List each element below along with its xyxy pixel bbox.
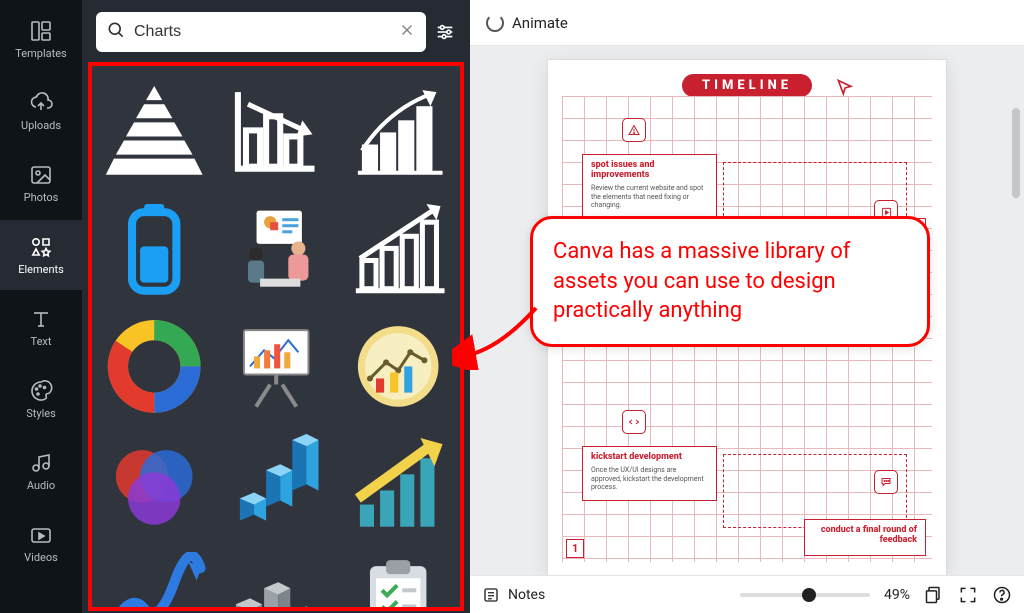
zoom-slider[interactable] (740, 593, 870, 597)
search-row (82, 0, 470, 62)
nav-rail: Templates Uploads Photos Elements Text (0, 0, 82, 613)
zoom-knob[interactable] (802, 588, 816, 602)
timeline-card-1: spot issues and improvements Review the … (582, 154, 717, 219)
result-growth-chart[interactable] (340, 74, 456, 186)
tc1-title: spot issues and improvements (591, 161, 708, 181)
callout-text: Canva has a massive library of assets yo… (553, 239, 850, 323)
clear-search-icon[interactable] (398, 21, 416, 43)
result-clipboard-checks[interactable] (340, 546, 456, 611)
notes-label: Notes (508, 587, 545, 603)
annotation-arrow (452, 300, 542, 370)
result-arrow-bars[interactable] (340, 428, 456, 540)
templates-icon (29, 19, 53, 43)
result-pyramid-chart[interactable] (96, 74, 212, 186)
uploads-icon (29, 91, 53, 115)
results-grid (88, 62, 464, 611)
search-input[interactable] (134, 23, 390, 41)
pages-icon[interactable] (924, 585, 944, 605)
vertical-scrollbar[interactable] (1012, 98, 1020, 533)
rail-elements[interactable]: Elements (0, 220, 82, 290)
timeline-card-4: conduct a final round of feedback (804, 519, 926, 556)
result-bar-up-outline[interactable] (340, 192, 456, 304)
annotation-callout: Canva has a massive library of assets yo… (530, 216, 930, 347)
result-3d-bars-gray[interactable] (218, 546, 334, 611)
animate-label: Animate (512, 14, 568, 32)
notes-button[interactable]: Notes (482, 586, 545, 604)
rail-label: Uploads (21, 119, 61, 132)
timeline-card-3: kickstart development Once the UX/UI des… (582, 446, 717, 501)
styles-icon (29, 379, 53, 403)
filter-icon[interactable] (434, 21, 456, 43)
rail-label: Text (31, 335, 52, 348)
rail-photos[interactable]: Photos (0, 148, 82, 218)
rail-label: Videos (24, 551, 58, 564)
result-3d-bars[interactable] (218, 428, 334, 540)
fullscreen-icon[interactable] (958, 585, 978, 605)
page-indicator-badge: 1 (566, 539, 584, 558)
elements-panel: ◀ (82, 0, 470, 613)
result-easel-chart[interactable] (218, 310, 334, 422)
audio-icon (29, 451, 53, 475)
help-icon[interactable] (992, 585, 1012, 605)
editor-footer: Notes 49% (470, 575, 1024, 613)
tc1-body: Review the current website and spot the … (591, 184, 708, 210)
app-root: Templates Uploads Photos Elements Text (0, 0, 1024, 613)
result-trend-line[interactable] (96, 546, 212, 611)
rail-audio[interactable]: Audio (0, 436, 82, 506)
result-bar-down-chart[interactable] (218, 74, 334, 186)
rail-label: Audio (27, 479, 55, 492)
rail-styles[interactable]: Styles (0, 364, 82, 434)
text-icon (29, 307, 53, 331)
result-donut-chart[interactable] (96, 310, 212, 422)
rail-label: Elements (18, 263, 64, 276)
timeline-title: TIMELINE (682, 74, 812, 97)
tc4-title: conduct a final round of feedback (813, 526, 917, 546)
elements-icon (29, 235, 53, 259)
rail-uploads[interactable]: Uploads (0, 76, 82, 146)
search-box[interactable] (96, 12, 426, 52)
rail-label: Templates (15, 47, 66, 60)
result-venn-diagram[interactable] (96, 428, 212, 540)
rail-label: Styles (26, 407, 56, 420)
timeline-node-chat (874, 470, 898, 494)
result-presentation-people[interactable] (218, 192, 334, 304)
timeline-node-code (622, 410, 646, 434)
search-icon (106, 20, 126, 44)
result-coin-chart[interactable] (340, 310, 456, 422)
tc3-body: Once the UX/UI designs are approved, kic… (591, 466, 708, 492)
videos-icon (29, 523, 53, 547)
canvas-toolbar: Animate (470, 0, 1024, 46)
rail-templates[interactable]: Templates (0, 4, 82, 74)
animate-button[interactable]: Animate (486, 14, 568, 32)
animate-icon (486, 14, 504, 32)
zoom-value: 49% (884, 587, 910, 603)
result-battery-icon[interactable] (96, 192, 212, 304)
tc3-title: kickstart development (591, 453, 708, 463)
rail-label: Photos (24, 191, 59, 204)
timeline-node-alert (622, 118, 646, 142)
rail-text[interactable]: Text (0, 292, 82, 362)
photos-icon (29, 163, 53, 187)
rail-videos[interactable]: Videos (0, 508, 82, 578)
